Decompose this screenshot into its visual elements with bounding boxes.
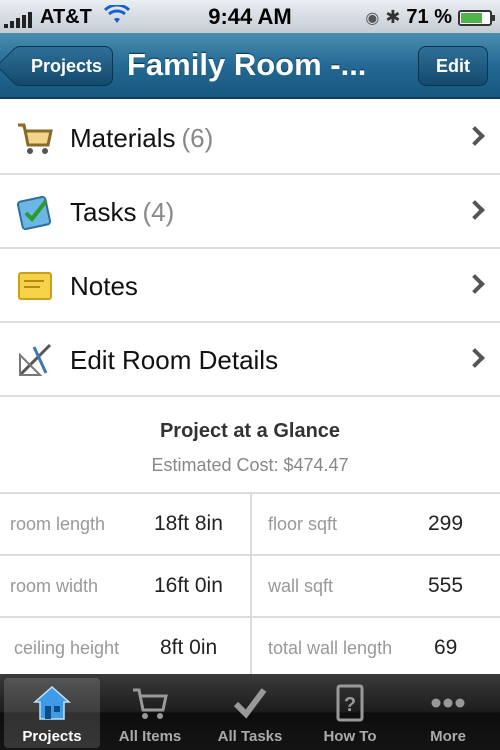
- stat-value: 555: [428, 574, 464, 597]
- stat-room-length: room length 18ft 8in: [0, 492, 252, 554]
- stat-value: 69: [434, 636, 458, 659]
- sticky-note-icon: [16, 267, 54, 305]
- menu-item-label: Edit Room Details: [70, 345, 279, 375]
- stat-value: 8ft 0in: [160, 636, 218, 659]
- estimated-cost: Estimated Cost: $474.47: [151, 455, 349, 475]
- tab-projects[interactable]: Projects: [4, 678, 100, 748]
- battery-percent: 71 %: [406, 6, 452, 28]
- stat-value: 18ft 8in: [154, 512, 223, 535]
- stat-ceiling-height: ceiling height 8ft 0in: [0, 616, 252, 674]
- stat-value: 299: [428, 512, 464, 535]
- stat-label: floor sqft: [268, 514, 338, 534]
- more-icon: [428, 684, 468, 727]
- stat-floor-sqft: floor sqft 299: [252, 492, 500, 554]
- stat-label: room length: [10, 514, 106, 534]
- tab-how-to[interactable]: ? How To: [302, 678, 398, 748]
- cart-icon: [130, 684, 170, 727]
- tab-label: How To: [323, 728, 377, 745]
- stat-label: wall sqft: [268, 576, 334, 596]
- menu-item-tasks[interactable]: Tasks (4): [0, 175, 500, 249]
- project-summary: Project at a Glance Estimated Cost: $474…: [0, 400, 500, 492]
- chevron-right-icon: [465, 274, 485, 294]
- checkmark-icon: [230, 684, 270, 727]
- tab-label: All Items: [118, 728, 182, 745]
- menu-item-materials[interactable]: Materials (6): [0, 101, 500, 175]
- help-book-icon: ?: [330, 684, 370, 727]
- room-stats-grid: room length 18ft 8in floor sqft 299 room…: [0, 492, 500, 674]
- chevron-right-icon: [465, 200, 485, 220]
- cart-icon: [16, 119, 54, 157]
- ruler-icon: [16, 341, 54, 379]
- edit-button[interactable]: Edit: [418, 46, 488, 86]
- stat-wall-sqft: wall sqft 555: [252, 554, 500, 616]
- stat-label: room width: [10, 576, 99, 596]
- menu-item-label: Tasks: [70, 197, 137, 227]
- tab-label: More: [430, 728, 466, 745]
- tab-label: All Tasks: [217, 728, 283, 745]
- tab-all-items[interactable]: All Items: [102, 678, 198, 748]
- tab-more[interactable]: More: [400, 678, 496, 748]
- item-count: (4): [142, 197, 175, 227]
- checklist-icon: [16, 193, 54, 231]
- stat-label: ceiling height: [14, 638, 120, 658]
- svg-text:?: ?: [344, 694, 356, 716]
- item-count: (6): [181, 123, 214, 153]
- tab-bar: Projects All Items All Tasks ? How To Mo…: [0, 674, 500, 750]
- battery-icon: [458, 9, 495, 26]
- chevron-right-icon: [465, 126, 485, 146]
- page-title: Family Room -...: [127, 47, 367, 82]
- stat-room-width: room width 16ft 0in: [0, 554, 252, 616]
- stat-total-wall-length: total wall length 69: [252, 616, 500, 674]
- navigation-bar: Projects Family Room -... Edit: [0, 33, 500, 99]
- menu-item-notes[interactable]: Notes: [0, 249, 500, 323]
- status-bar: AT&T 9:44 AM ◉ ✱ 71 %: [0, 0, 500, 33]
- lock-rotation-icon: ◉: [365, 9, 380, 27]
- summary-title: Project at a Glance: [159, 420, 341, 442]
- house-icon: [32, 684, 72, 727]
- back-button[interactable]: Projects: [12, 46, 114, 86]
- stat-value: 16ft 0in: [154, 574, 223, 597]
- stat-label: total wall length: [268, 638, 393, 658]
- tab-all-tasks[interactable]: All Tasks: [202, 678, 298, 748]
- bluetooth-icon: ✱: [385, 7, 401, 27]
- menu-item-label: Notes: [70, 271, 138, 301]
- tab-label: Projects: [22, 728, 82, 745]
- chevron-right-icon: [465, 348, 485, 368]
- menu-item-edit-room-details[interactable]: Edit Room Details: [0, 323, 500, 397]
- menu-item-label: Materials: [70, 123, 176, 153]
